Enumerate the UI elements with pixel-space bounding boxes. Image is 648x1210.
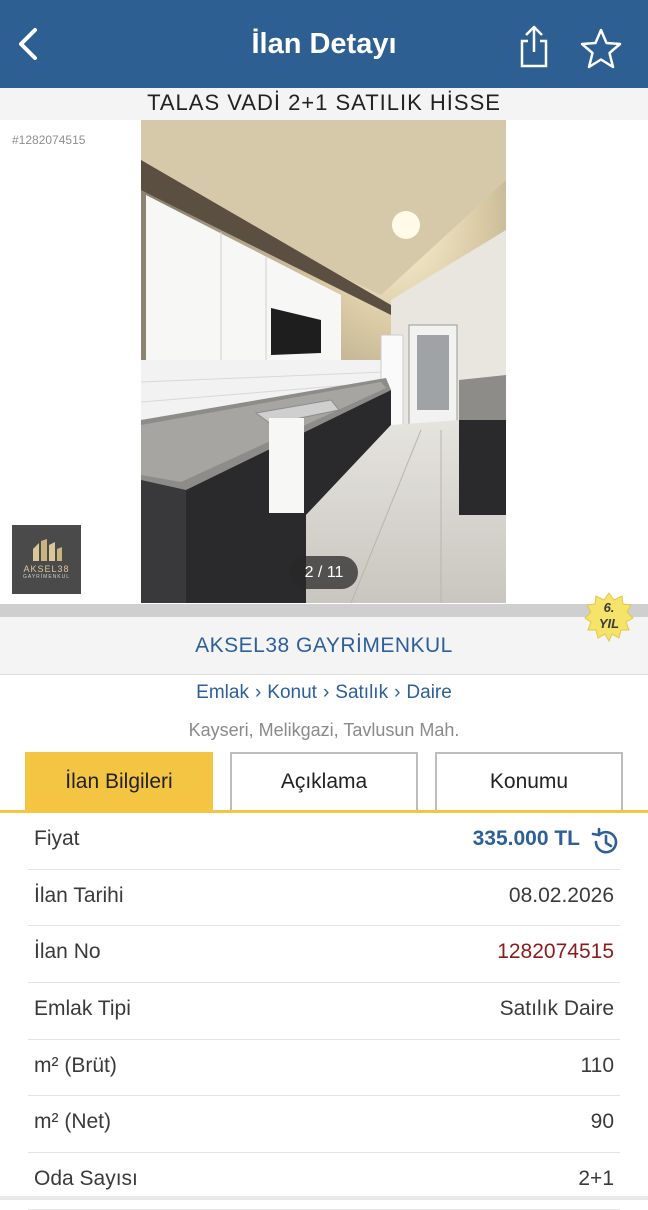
price-history-icon[interactable]	[590, 827, 620, 857]
listing-title: TALAS VADİ 2+1 SATILIK HİSSE	[0, 88, 648, 120]
breadcrumb-separator: ›	[322, 682, 330, 703]
tab-konumu[interactable]: Konumu	[435, 752, 623, 810]
info-row-room-count: Oda Sayısı 2+1	[28, 1153, 620, 1210]
share-icon	[520, 25, 548, 68]
info-row-gross-area: m² (Brüt) 110	[28, 1040, 620, 1097]
agency-logo[interactable]: AKSEL38 GAYRİMENKUL	[12, 525, 81, 594]
info-label: m² (Net)	[34, 1110, 111, 1134]
location-text: Kayseri, Melikgazi, Tavlusun Mah.	[188, 720, 460, 740]
agency-name-link[interactable]: AKSEL38 GAYRİMENKUL	[0, 634, 648, 658]
page-title: İlan Detayı	[251, 27, 397, 60]
favorite-button[interactable]	[578, 26, 624, 72]
bottom-edge	[0, 1196, 648, 1200]
back-button[interactable]	[8, 22, 48, 66]
agency-logo-subtext: GAYRİMENKUL	[22, 574, 71, 580]
chevron-left-icon	[19, 28, 37, 60]
year-badge: 6. YIL	[584, 592, 634, 642]
info-row-date: İlan Tarihi 08.02.2026	[28, 870, 620, 927]
listing-photo[interactable]	[141, 120, 506, 603]
photo-counter: 2 / 11	[290, 556, 358, 589]
breadcrumb-separator: ›	[254, 682, 262, 703]
divider	[0, 604, 648, 617]
info-label: İlan Tarihi	[34, 883, 124, 907]
year-badge-text: YIL	[598, 616, 620, 631]
listing-id-label: #1282074515	[12, 133, 86, 147]
info-label: İlan No	[34, 940, 101, 964]
info-row-property-type: Emlak Tipi Satılık Daire	[28, 983, 620, 1040]
info-value: Satılık Daire	[499, 997, 614, 1021]
share-button[interactable]	[512, 24, 556, 70]
info-value: 08.02.2026	[508, 883, 614, 907]
info-row-net-area: m² (Net) 90	[28, 1096, 620, 1154]
info-label: Emlak Tipi	[34, 997, 131, 1021]
info-label: Oda Sayısı	[34, 1167, 138, 1191]
info-row-price: Fiyat 335.000 TL	[28, 813, 620, 870]
info-label: m² (Brüt)	[34, 1053, 117, 1077]
breadcrumb-item[interactable]: Emlak	[196, 682, 249, 703]
breadcrumb-item[interactable]: Satılık	[335, 682, 388, 703]
agency-logo-text: AKSEL38	[23, 564, 70, 574]
info-value: 90	[590, 1110, 614, 1134]
tab-ilan-bilgileri[interactable]: İlan Bilgileri	[25, 752, 213, 810]
listing-number-value: 1282074515	[497, 940, 614, 964]
breadcrumb-item[interactable]: Daire	[406, 682, 451, 703]
year-badge-number: 6.	[603, 600, 615, 615]
star-icon	[580, 28, 622, 69]
building-logo-icon	[32, 539, 62, 561]
info-row-listing-no: İlan No 1282074515	[28, 926, 620, 984]
info-label: Fiyat	[34, 827, 80, 850]
tab-aciklama[interactable]: Açıklama	[230, 752, 418, 810]
breadcrumb-separator: ›	[394, 682, 401, 703]
breadcrumb-item[interactable]: Konut	[267, 682, 317, 703]
top-nav-bar: İlan Detayı	[0, 0, 648, 88]
info-table: Fiyat 335.000 TL İlan Tarihi 08.02.2026 …	[0, 813, 648, 1210]
breadcrumb: Emlak › Konut › Satılık › Daire	[0, 682, 648, 704]
info-value: 110	[580, 1053, 614, 1077]
info-value: 2+1	[578, 1167, 614, 1191]
price-value: 335.000 TL	[472, 827, 580, 850]
